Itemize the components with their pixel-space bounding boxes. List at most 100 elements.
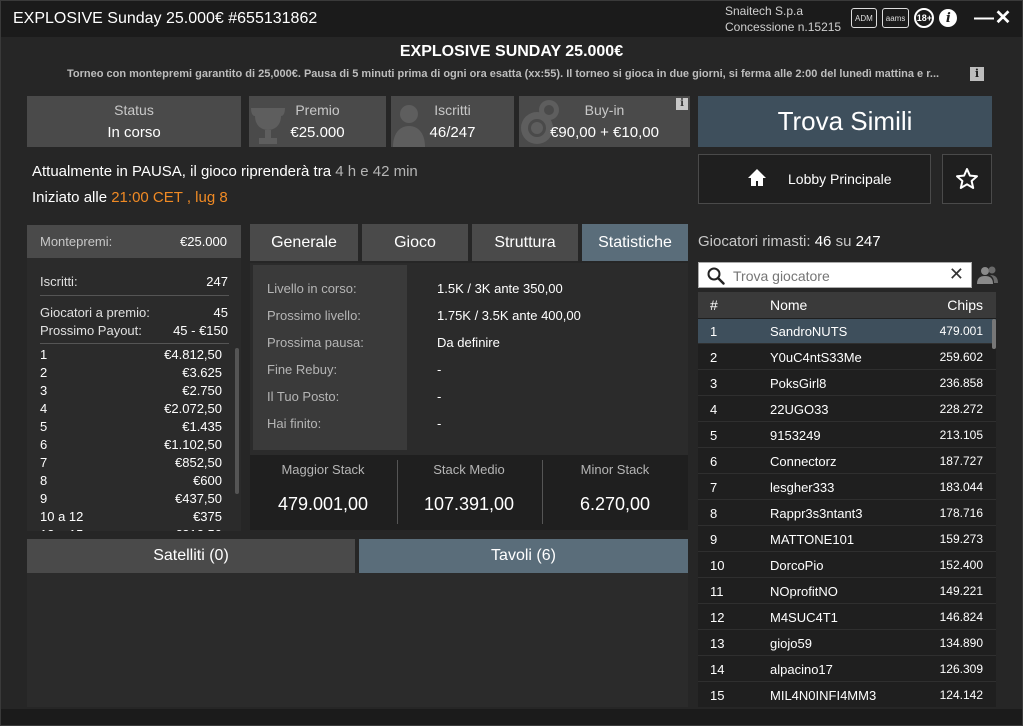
registered-row-value: 247 xyxy=(206,274,228,289)
next-break-label: Prossima pausa: xyxy=(267,335,364,350)
col-name[interactable]: Nome xyxy=(770,297,807,313)
minimize-button[interactable]: — xyxy=(974,7,994,29)
payout-amount: €2.072,50 xyxy=(164,401,222,416)
player-rank: 12 xyxy=(710,610,725,625)
player-name: PoksGirl8 xyxy=(770,376,827,391)
pause-message: Attualmente in PAUSA, il gioco riprender… xyxy=(32,163,418,180)
current-level-label: Livello in corso: xyxy=(267,281,357,296)
divider xyxy=(40,295,229,296)
player-rank: 3 xyxy=(710,376,718,391)
player-rank: 13 xyxy=(710,636,725,651)
concession-number: Concessione n.15215 xyxy=(725,20,842,34)
player-chips: 134.890 xyxy=(939,636,983,650)
tab-struttura[interactable]: Struttura xyxy=(472,224,578,261)
player-chips: 146.824 xyxy=(939,610,983,624)
close-button[interactable]: ✕ xyxy=(993,7,1013,29)
col-chips[interactable]: Chips xyxy=(947,297,983,313)
player-rank: 7 xyxy=(710,480,718,495)
row-divider xyxy=(698,499,996,500)
player-row[interactable]: 9 MATTONE101 159.273 xyxy=(698,527,996,552)
prizepool-header: Montepremi: €25.000 xyxy=(27,225,241,258)
home-icon xyxy=(748,169,766,186)
favorite-button[interactable] xyxy=(942,154,992,204)
adm-logo: ADM xyxy=(851,8,877,28)
player-row[interactable]: 3 PoksGirl8 236.858 xyxy=(698,371,996,396)
player-row[interactable]: 1 SandroNUTS 479.001 xyxy=(698,319,996,344)
player-row[interactable]: 8 Rappr3s3ntant3 178.716 xyxy=(698,501,996,526)
payout-position: 6 xyxy=(40,437,48,452)
player-rank: 6 xyxy=(710,454,718,469)
player-rank: 11 xyxy=(710,584,724,599)
payout-amount: €437,50 xyxy=(175,491,222,506)
player-row[interactable]: 4 22UGO33 228.272 xyxy=(698,397,996,422)
player-row[interactable]: 10 DorcoPio 152.400 xyxy=(698,553,996,578)
player-chips: 183.044 xyxy=(939,480,983,494)
player-rank: 4 xyxy=(710,402,718,417)
players-remaining: Giocatori rimasti: 46 su 247 xyxy=(698,233,881,250)
player-row[interactable]: 5 9153249 213.105 xyxy=(698,423,996,448)
row-divider xyxy=(698,629,996,630)
player-name: DorcoPio xyxy=(770,558,824,573)
itm-row: Giocatori a premio: 45 xyxy=(40,305,228,320)
tab-satellites[interactable]: Satelliti (0) xyxy=(27,539,355,573)
min-stack-label: Minor Stack xyxy=(580,462,650,477)
player-row[interactable]: 7 lesgher333 183.044 xyxy=(698,475,996,500)
prizepool-label: Montepremi: xyxy=(40,234,113,249)
description-info-icon[interactable]: i xyxy=(970,67,984,81)
tab-statistiche[interactable]: Statistiche xyxy=(582,224,688,261)
title-bar: EXPLOSIVE Sunday 25.000€ #655131862 Snai… xyxy=(1,1,1022,37)
users-icon[interactable] xyxy=(977,265,999,285)
pause-time: 4 h e 42 min xyxy=(335,163,418,180)
payout-row: 5 €1.435 xyxy=(40,419,238,437)
info-icon[interactable]: i xyxy=(939,9,958,27)
window-title: EXPLOSIVE Sunday 25.000€ #655131862 xyxy=(13,10,318,27)
player-search[interactable]: ✕ xyxy=(698,262,972,288)
payout-position: 4 xyxy=(40,401,48,416)
tournament-title: EXPLOSIVE SUNDAY 25.000€ xyxy=(399,43,624,60)
row-divider xyxy=(698,681,996,682)
prize-box: Premio €25.000 xyxy=(249,96,386,147)
payout-row: 3 €2.750 xyxy=(40,383,238,401)
player-search-input[interactable] xyxy=(733,266,943,285)
prize-value: €25.000 xyxy=(290,124,345,141)
clear-search-icon[interactable]: ✕ xyxy=(949,264,964,285)
payout-amount: €375 xyxy=(193,509,222,524)
player-row[interactable]: 12 M4SUC4T1 146.824 xyxy=(698,605,996,630)
player-row[interactable]: 6 Connectorz 187.727 xyxy=(698,449,996,474)
tab-generale[interactable]: Generale xyxy=(250,224,358,261)
payout-amount: €1.435 xyxy=(182,419,222,434)
payout-scrollbar[interactable] xyxy=(235,348,239,494)
player-chips: 228.272 xyxy=(939,402,983,416)
player-row[interactable]: 11 NOprofitNO 149.221 xyxy=(698,579,996,604)
current-level-value: 1.5K / 3K ante 350,00 xyxy=(437,281,563,296)
regulator-logos: ADM aams 18+ i xyxy=(851,7,958,29)
players-scrollbar[interactable] xyxy=(992,319,996,349)
row-divider xyxy=(698,577,996,578)
next-payout-value: 45 - €150 xyxy=(173,323,228,338)
tab-tables[interactable]: Tavoli (6) xyxy=(359,539,688,573)
prize-label: Premio xyxy=(295,102,340,118)
player-row[interactable]: 13 giojo59 134.890 xyxy=(698,631,996,656)
find-similar-button[interactable]: Trova Simili xyxy=(698,96,992,147)
prizepool-value: €25.000 xyxy=(180,234,227,249)
start-time: 21:00 CET , lug 8 xyxy=(111,189,228,206)
player-chips: 479.001 xyxy=(939,324,983,338)
row-divider xyxy=(698,655,996,656)
avg-stack: Stack Medio 107.391,00 xyxy=(396,455,542,530)
registered-row-label: Iscritti: xyxy=(40,274,78,289)
player-row[interactable]: 15 MIL4N0INFI4MM3 124.142 xyxy=(698,683,996,707)
seat-label: Il Tuo Posto: xyxy=(267,389,340,404)
start-prefix: Iniziato alle xyxy=(32,189,108,206)
company-name: Snaitech S.p.a xyxy=(725,4,804,18)
col-rank[interactable]: # xyxy=(710,297,718,313)
buyin-box: Buy-in €90,00 + €10,00 i xyxy=(519,96,690,147)
player-name: SandroNUTS xyxy=(770,324,848,339)
buyin-info-icon[interactable]: i xyxy=(676,98,688,110)
main-lobby-button[interactable]: Lobby Principale xyxy=(698,154,931,204)
player-chips: 124.142 xyxy=(939,688,983,702)
tab-gioco[interactable]: Gioco xyxy=(362,224,468,261)
players-remaining-count: 46 xyxy=(814,233,832,250)
player-row[interactable]: 2 Y0uC4ntS33Me 259.602 xyxy=(698,345,996,370)
player-name: giojo59 xyxy=(770,636,812,651)
player-row[interactable]: 14 alpacino17 126.309 xyxy=(698,657,996,682)
